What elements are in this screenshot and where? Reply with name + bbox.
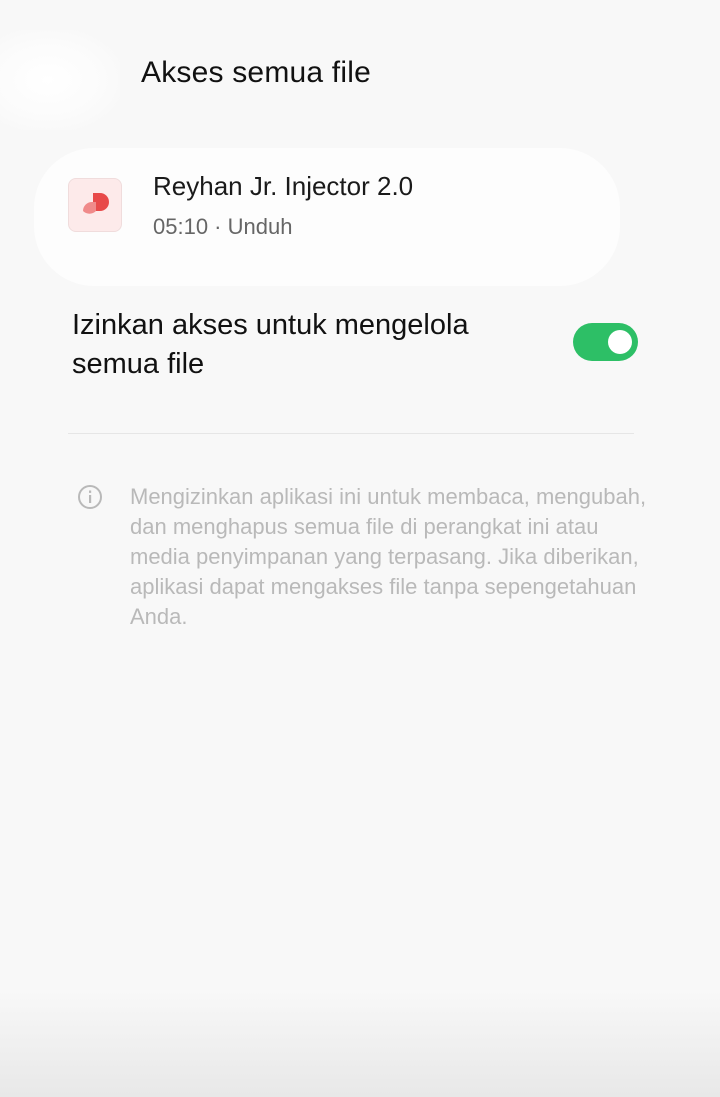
- app-meta: 05:10 · Unduh: [153, 214, 293, 239]
- back-button[interactable]: [0, 30, 120, 130]
- divider: [68, 433, 634, 434]
- app-logo-icon: [68, 178, 122, 232]
- app-name: Reyhan Jr. Injector 2.0: [153, 171, 414, 201]
- page: Akses semua file Reyhan Jr. Injector 2.0…: [0, 0, 720, 1097]
- info-description: Mengizinkan aplikasi ini untuk membaca, …: [130, 484, 647, 629]
- bottom-fade: [0, 990, 720, 1097]
- permission-toggle-row[interactable]: Izinkan akses untuk mengelola semua file: [72, 306, 652, 386]
- page-title: Akses semua file: [141, 56, 371, 89]
- permission-switch[interactable]: [573, 323, 638, 361]
- permission-label: Izinkan akses untuk mengelola semua file: [72, 309, 469, 380]
- info-icon: [77, 484, 103, 510]
- switch-knob: [608, 330, 632, 354]
